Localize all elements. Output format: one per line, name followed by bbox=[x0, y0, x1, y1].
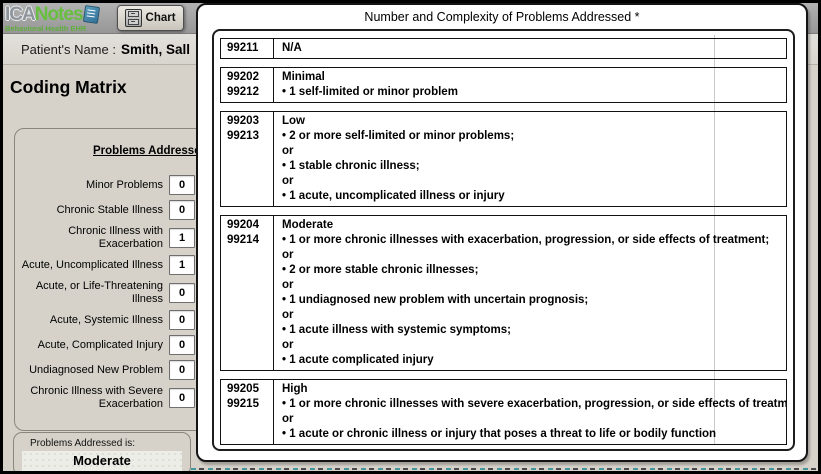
app-window: ICANotes Behavioral Health EHR Chart Pat… bbox=[3, 3, 818, 471]
result-label: Problems Addressed is: bbox=[22, 438, 182, 449]
field-label: Chronic Illness with Exacerbation bbox=[21, 225, 163, 250]
row-codes: 99211 bbox=[221, 39, 274, 58]
row-description: Low • 2 or more self-limited or minor pr… bbox=[274, 112, 786, 206]
field-value-input[interactable] bbox=[169, 255, 195, 275]
field-label: Acute, Uncomplicated Illness bbox=[21, 259, 163, 272]
row-level: High bbox=[282, 382, 786, 397]
row-level: Low bbox=[282, 114, 786, 129]
table-row: 9920499214 Moderate • 1 or more chronic … bbox=[220, 215, 787, 371]
field-row: Chronic Stable Illness bbox=[19, 200, 195, 220]
row-description: High • 1 or more chronic illnesses with … bbox=[274, 380, 786, 444]
field-value-input[interactable] bbox=[169, 310, 195, 330]
field-row: Minor Problems bbox=[19, 175, 195, 195]
problems-fields-list: Minor Problems Chronic Stable Illness Ch… bbox=[19, 175, 195, 415]
row-lines: • 2 or more self-limited or minor proble… bbox=[282, 129, 786, 204]
popup-title: Number and Complexity of Problems Addres… bbox=[198, 7, 806, 28]
row-lines: • 1 self-limited or minor problem bbox=[282, 85, 786, 100]
row-description: N/A bbox=[274, 39, 786, 58]
row-description: Moderate • 1 or more chronic illnesses w… bbox=[274, 216, 786, 370]
file-cabinet-icon bbox=[125, 9, 142, 27]
table-row: 99211 N/A bbox=[220, 38, 787, 59]
field-row: Undiagnosed New Problem bbox=[19, 360, 195, 380]
field-value-input[interactable] bbox=[169, 360, 195, 380]
field-value-input[interactable] bbox=[169, 228, 195, 248]
selection-dash-line bbox=[191, 468, 818, 470]
field-label: Undiagnosed New Problem bbox=[21, 364, 163, 377]
logo-tagline: Behavioral Health EHR bbox=[5, 25, 99, 33]
field-label: Chronic Illness with Severe Exacerbation bbox=[21, 385, 163, 410]
chart-button[interactable]: Chart bbox=[117, 5, 184, 31]
row-level: Minimal bbox=[282, 70, 786, 85]
logo-text-notes: Notes bbox=[35, 5, 83, 24]
field-row: Chronic Illness with Severe Exacerbation bbox=[19, 385, 195, 410]
chart-button-label: Chart bbox=[146, 12, 176, 24]
result-value: Moderate bbox=[22, 451, 182, 471]
field-row: Acute, Uncomplicated Illness bbox=[19, 255, 195, 275]
row-codes: 9920299212 bbox=[221, 68, 274, 102]
field-label: Acute, Systemic Illness bbox=[21, 314, 163, 327]
row-level: N/A bbox=[282, 41, 786, 56]
field-row: Acute, Complicated Injury bbox=[19, 335, 195, 355]
field-label: Minor Problems bbox=[21, 179, 163, 192]
notepad-icon bbox=[82, 5, 99, 24]
problems-addressed-result-box: Problems Addressed is: Moderate bbox=[13, 432, 191, 471]
table-row: 9920599215 High • 1 or more chronic illn… bbox=[220, 379, 787, 445]
field-label: Chronic Stable Illness bbox=[21, 204, 163, 217]
code-table: 99211 N/A 9920299212 Minimal • 1 self-li… bbox=[212, 29, 795, 451]
icanotes-logo: ICANotes Behavioral Health EHR bbox=[3, 4, 105, 33]
field-value-input[interactable] bbox=[169, 200, 195, 220]
problems-complexity-popup: Number and Complexity of Problems Addres… bbox=[196, 3, 808, 462]
patient-name-label: Patient's Name : bbox=[21, 42, 116, 57]
field-value-input[interactable] bbox=[169, 335, 195, 355]
row-level: Moderate bbox=[282, 218, 786, 233]
field-label: Acute, Complicated Injury bbox=[21, 339, 163, 352]
row-lines: • 1 or more chronic illnesses with exace… bbox=[282, 233, 786, 368]
page-title: Coding Matrix bbox=[10, 77, 127, 98]
problems-addressed-title: Problems Addressed bbox=[93, 145, 208, 157]
field-label: Acute, or Life-Threatening Illness bbox=[21, 280, 163, 305]
field-row: Acute, Systemic Illness bbox=[19, 310, 195, 330]
row-lines: • 1 or more chronic illnesses with sever… bbox=[282, 397, 786, 442]
table-row: 9920299212 Minimal • 1 self-limited or m… bbox=[220, 67, 787, 103]
field-row: Chronic Illness with Exacerbation bbox=[19, 225, 195, 250]
patient-name-value: Smith, Sall bbox=[121, 42, 190, 57]
row-codes: 9920499214 bbox=[221, 216, 274, 370]
logo-text-ica: ICA bbox=[5, 5, 35, 24]
row-codes: 9920599215 bbox=[221, 380, 274, 444]
field-value-input[interactable] bbox=[169, 175, 195, 195]
field-row: Acute, or Life-Threatening Illness bbox=[19, 280, 195, 305]
field-value-input[interactable] bbox=[169, 283, 195, 303]
row-codes: 9920399213 bbox=[221, 112, 274, 206]
field-value-input[interactable] bbox=[169, 388, 195, 408]
row-description: Minimal • 1 self-limited or minor proble… bbox=[274, 68, 786, 102]
table-row: 9920399213 Low • 2 or more self-limited … bbox=[220, 111, 787, 207]
